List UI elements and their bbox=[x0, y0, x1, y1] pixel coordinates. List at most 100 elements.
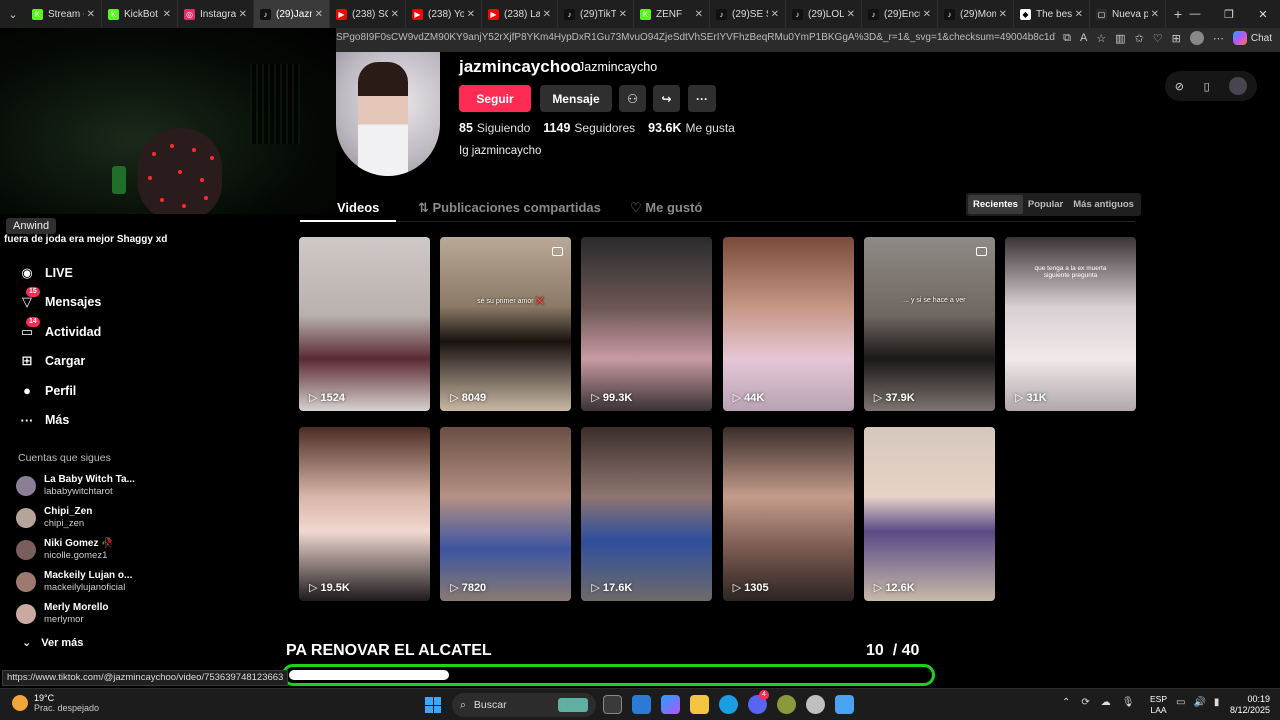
following-account[interactable]: Merly Morello merlymor bbox=[16, 598, 216, 630]
close-tab-icon[interactable]: ✕ bbox=[695, 9, 703, 20]
clock[interactable]: 00:19 8/12/2025 bbox=[1226, 694, 1270, 716]
video-card[interactable]: sé su primer amor ❌ ▷ 8049 bbox=[440, 237, 572, 411]
share-icon[interactable]: ↪ bbox=[653, 85, 680, 112]
profile-avatar-icon[interactable] bbox=[1189, 31, 1204, 45]
follow-button[interactable]: Seguir bbox=[459, 85, 531, 112]
video-card[interactable]: ▷ 44K bbox=[722, 237, 854, 411]
browser-tab[interactable]: K Stream - K✕ bbox=[26, 0, 102, 28]
video-card[interactable]: ▷ 17.6K bbox=[581, 427, 713, 601]
read-aloud-icon[interactable]: A bbox=[1080, 32, 1087, 44]
close-tab-icon[interactable]: ✕ bbox=[847, 9, 855, 20]
browser-tab[interactable]: ♪ (29)Encue✕ bbox=[862, 0, 938, 28]
tab-actions-chevron-icon[interactable]: ⌄ bbox=[0, 0, 26, 28]
browser-tab[interactable]: ▶ (238) You✕ bbox=[406, 0, 482, 28]
video-card[interactable]: ▷ 1305 bbox=[722, 427, 854, 601]
message-button[interactable]: Mensaje bbox=[540, 85, 612, 112]
sidebar-item-mensajes[interactable]: ▽ 15 Mensajes bbox=[18, 287, 218, 318]
obs-icon[interactable] bbox=[806, 695, 825, 714]
add-friend-icon[interactable]: ⚇ bbox=[619, 85, 646, 112]
browser-tab[interactable]: ▶ (238) La N✕ bbox=[482, 0, 558, 28]
battery-icon[interactable]: ▮ bbox=[1214, 697, 1220, 708]
favorite-star-icon[interactable]: ☆ bbox=[1096, 32, 1106, 45]
tab-videos[interactable]: Videos bbox=[337, 200, 379, 215]
restore-icon[interactable]: ❐ bbox=[1212, 0, 1246, 28]
following-account[interactable]: Chipi_Zen chipi_zen bbox=[16, 502, 216, 534]
minimize-icon[interactable]: — bbox=[1178, 0, 1212, 28]
sort-popular[interactable]: Popular bbox=[1023, 195, 1068, 214]
compass-icon[interactable]: ⊘ bbox=[1175, 80, 1184, 93]
close-tab-icon[interactable]: ✕ bbox=[543, 9, 551, 20]
taskbar-search[interactable]: ⌕ Buscar bbox=[452, 693, 596, 717]
sidebar-item-live[interactable]: ◉ LIVE bbox=[18, 258, 218, 288]
favorites-icon[interactable]: ✩ bbox=[1135, 32, 1144, 45]
sort-recent[interactable]: Recientes bbox=[968, 195, 1023, 214]
browser-tab[interactable]: ♪ (29)LOL |✕ bbox=[786, 0, 862, 28]
sidebar-item-cargar[interactable]: ⊞ Cargar bbox=[18, 347, 218, 377]
app-icon[interactable] bbox=[777, 695, 796, 714]
weather-widget[interactable]: 19°C Prac. despejado bbox=[12, 693, 99, 713]
video-card[interactable]: ... y si se hace a ver ▷ 37.9K bbox=[863, 237, 995, 411]
volume-icon[interactable]: 🔊 bbox=[1193, 697, 1205, 708]
display-icon[interactable]: ▭ bbox=[1176, 697, 1185, 708]
close-tab-icon[interactable]: ✕ bbox=[1151, 9, 1159, 20]
sidebar-item-más[interactable]: ··· Más bbox=[18, 406, 218, 436]
video-card[interactable]: ▷ 99.3K bbox=[581, 237, 713, 411]
close-tab-icon[interactable]: ✕ bbox=[163, 9, 171, 20]
browser-tab[interactable]: ◆ The best ✕ bbox=[1014, 0, 1090, 28]
following-account[interactable]: Mackeily Lujan o... mackeilylujanoficial bbox=[16, 566, 216, 598]
sidebar-item-perfil[interactable]: ● Perfil bbox=[18, 376, 218, 406]
settings-more-icon[interactable]: ⋯ bbox=[1213, 32, 1224, 45]
tray-sync-icon[interactable]: ⟳ bbox=[1081, 697, 1089, 708]
browser-tab[interactable]: ♪ (29)Mome✕ bbox=[938, 0, 1014, 28]
tab-reposts[interactable]: ⇅ Publicaciones compartidas bbox=[418, 200, 601, 216]
microphone-icon[interactable]: 🎙 bbox=[1122, 697, 1135, 708]
copilot-app-icon[interactable] bbox=[661, 695, 680, 714]
close-tab-icon[interactable]: ✕ bbox=[391, 9, 399, 20]
collections-icon[interactable]: ⊞ bbox=[1172, 32, 1181, 45]
task-view-icon[interactable] bbox=[603, 695, 622, 714]
browser-essentials-icon[interactable]: ♡ bbox=[1153, 32, 1163, 45]
video-card[interactable]: ▷ 7820 bbox=[440, 427, 572, 601]
edge-icon[interactable] bbox=[719, 695, 738, 714]
tray-chevron-icon[interactable]: ⌃ bbox=[1062, 697, 1070, 708]
browser-tab[interactable]: K ZENF ✕ bbox=[634, 0, 710, 28]
discord-icon[interactable]: 4 bbox=[748, 690, 769, 714]
close-tab-icon[interactable]: ✕ bbox=[467, 9, 475, 20]
more-options-icon[interactable]: ··· bbox=[688, 85, 716, 112]
split-screen-icon[interactable]: ▥ bbox=[1115, 32, 1125, 45]
close-tab-icon[interactable]: ✕ bbox=[87, 9, 95, 20]
browser-tab[interactable]: ▶ (238) SOU✕ bbox=[330, 0, 406, 28]
video-card[interactable]: ▷ 19.5K bbox=[299, 427, 430, 601]
close-tab-icon[interactable]: ✕ bbox=[1075, 9, 1083, 20]
close-tab-icon[interactable]: ✕ bbox=[619, 9, 627, 20]
following-account[interactable]: La Baby Witch Ta... lababywitchtarot bbox=[16, 470, 216, 502]
close-tab-icon[interactable]: ✕ bbox=[239, 9, 247, 20]
close-tab-icon[interactable]: ✕ bbox=[999, 9, 1007, 20]
video-card[interactable]: que tenga a la ex muerta siguiente pregu… bbox=[1005, 237, 1136, 411]
close-tab-icon[interactable]: ✕ bbox=[771, 9, 779, 20]
sidebar-item-actividad[interactable]: ▭ 14 Actividad bbox=[18, 316, 218, 347]
app-icon[interactable] bbox=[835, 695, 854, 714]
video-card[interactable]: ▷ 1524 bbox=[299, 237, 430, 411]
language-indicator[interactable]: ESP LAA bbox=[1150, 694, 1167, 716]
following-stat[interactable]: 85 Siguiendo bbox=[459, 121, 530, 135]
device-icon[interactable]: ▯ bbox=[1204, 80, 1210, 93]
close-window-icon[interactable]: ✕ bbox=[1246, 0, 1280, 28]
browser-tab[interactable]: ♪ (29)TikTok✕ bbox=[558, 0, 634, 28]
user-avatar-icon[interactable] bbox=[1229, 77, 1248, 95]
browser-tab[interactable]: K KickBot - K✕ bbox=[102, 0, 178, 28]
tab-liked[interactable]: ♡ Me gustó bbox=[630, 200, 702, 216]
browser-tab[interactable]: ◎ Instagram✕ bbox=[178, 0, 254, 28]
copilot-button[interactable]: Chat bbox=[1232, 31, 1272, 45]
windows-start-icon[interactable] bbox=[425, 697, 441, 713]
browser-tab[interactable]: ♪ (29)SE SU✕ bbox=[710, 0, 786, 28]
close-tab-icon[interactable]: ✕ bbox=[923, 9, 931, 20]
followers-stat[interactable]: 1149 Seguidores bbox=[543, 121, 635, 135]
store-icon[interactable] bbox=[632, 695, 651, 714]
file-explorer-icon[interactable] bbox=[690, 695, 709, 714]
onedrive-icon[interactable]: ☁ bbox=[1101, 697, 1111, 708]
open-in-app-icon[interactable]: ⧉ bbox=[1063, 32, 1071, 45]
browser-tab[interactable]: ▢ Nueva pe✕ bbox=[1090, 0, 1166, 28]
sort-oldest[interactable]: Más antiguos bbox=[1068, 195, 1139, 214]
browser-tab[interactable]: ♪ (29)Jazmi✕ bbox=[254, 0, 330, 28]
